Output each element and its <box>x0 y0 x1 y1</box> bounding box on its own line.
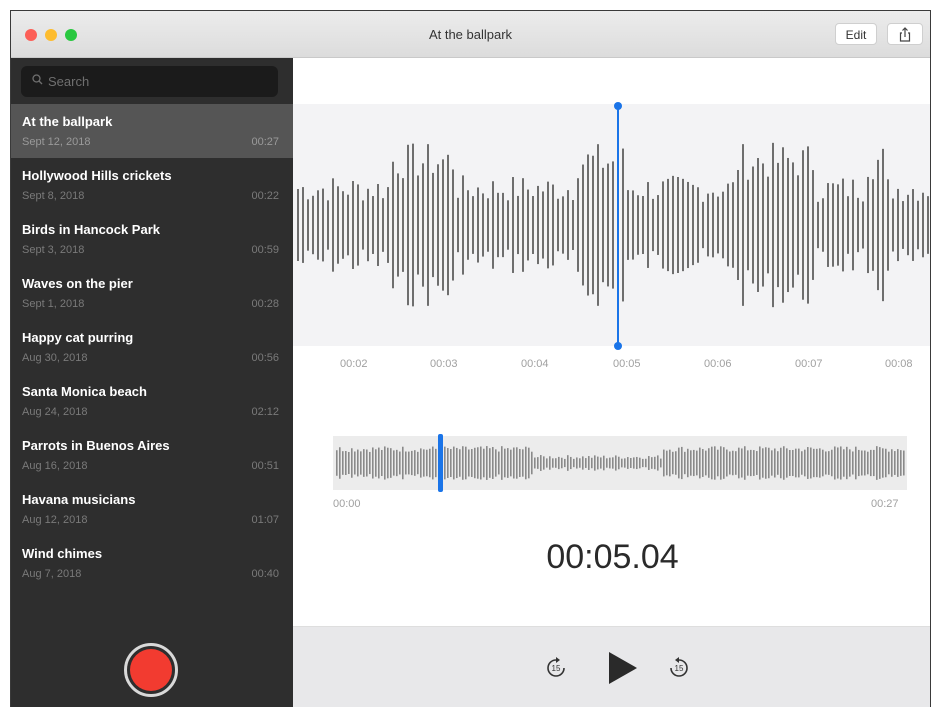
recording-title: Waves on the pier <box>22 276 133 291</box>
time-tick: 00:08 <box>885 358 913 370</box>
recording-row[interactable]: Hollywood Hills crickets Sept 8, 2018 00:2… <box>11 158 293 212</box>
recording-title: Havana musicians <box>22 492 136 507</box>
recording-row[interactable]: Happy cat purring Aug 30, 2018 00:56 <box>11 320 293 374</box>
waveform-detail[interactable] <box>293 104 930 346</box>
search-placeholder: Search <box>48 74 90 89</box>
recording-duration: 00:27 <box>251 136 279 148</box>
time-ruler: 00:02 00:03 00:04 00:05 00:06 00:07 00:08 <box>293 358 930 374</box>
waveform-detail-graphic <box>297 142 929 308</box>
recording-title: Santa Monica beach <box>22 384 147 399</box>
search-field[interactable]: Search <box>21 66 278 97</box>
recording-date: Sept 3, 2018 <box>22 244 85 256</box>
recording-date: Sept 1, 2018 <box>22 298 85 310</box>
recording-date: Aug 7, 2018 <box>22 568 82 580</box>
app-window: At the ballpark Edit Search At the ballp… <box>10 10 931 707</box>
recording-date: Aug 24, 2018 <box>22 406 88 418</box>
skip-forward-label: 15 <box>675 664 684 673</box>
recording-title: Wind chimes <box>22 546 103 561</box>
recording-date: Sept 12, 2018 <box>22 136 91 148</box>
skip-forward-15-icon[interactable]: 15 <box>668 656 690 680</box>
recording-date: Aug 16, 2018 <box>22 460 88 472</box>
recording-duration: 01:07 <box>251 514 279 526</box>
recording-row[interactable]: Havana musicians Aug 12, 2018 01:07 <box>11 482 293 536</box>
recordings-sidebar: Search At the ballpark Sept 12, 2018 00:27… <box>11 58 293 707</box>
recording-title: Birds in Hancock Park <box>22 222 160 237</box>
recording-date: Sept 8, 2018 <box>22 190 85 202</box>
skip-back-15-icon[interactable]: 15 <box>545 656 567 680</box>
recording-duration: 02:12 <box>251 406 279 418</box>
recording-duration: 00:59 <box>251 244 279 256</box>
recording-row[interactable]: Waves on the pier Sept 1, 2018 00:28 <box>11 266 293 320</box>
recording-date: Aug 12, 2018 <box>22 514 88 526</box>
elapsed-time: 00:05.04 <box>546 538 679 576</box>
share-button[interactable] <box>887 23 923 45</box>
search-icon <box>32 74 43 85</box>
recording-duration: 00:40 <box>251 568 279 580</box>
playback-panel: 00:02 00:03 00:04 00:05 00:06 00:07 00:08 00:0… <box>293 58 930 707</box>
recording-title: Parrots in Buenos Aires <box>22 438 170 453</box>
waveform-overview-graphic <box>336 446 905 480</box>
time-tick: 00:04 <box>521 358 549 370</box>
recordings-list: At the ballpark Sept 12, 2018 00:27 Hollywo… <box>11 104 293 590</box>
recording-title: Hollywood Hills crickets <box>22 168 172 183</box>
title-bar: At the ballpark Edit <box>11 11 930 58</box>
record-button[interactable] <box>124 643 178 697</box>
time-tick: 00:05 <box>613 358 641 370</box>
recording-row[interactable]: At the ballpark Sept 12, 2018 00:27 <box>11 104 293 158</box>
waveform-overview[interactable] <box>333 434 907 492</box>
recording-row[interactable]: Birds in Hancock Park Sept 3, 2018 00:59 <box>11 212 293 266</box>
edit-button[interactable]: Edit <box>835 23 877 45</box>
time-tick: 00:06 <box>704 358 732 370</box>
recording-duration: 00:28 <box>251 298 279 310</box>
play-button[interactable] <box>607 651 639 685</box>
time-tick: 00:02 <box>340 358 368 370</box>
recording-date: Aug 30, 2018 <box>22 352 88 364</box>
overview-start-time: 00:00 <box>333 498 361 510</box>
recording-duration: 00:22 <box>251 190 279 202</box>
recording-duration: 00:51 <box>251 460 279 472</box>
recording-duration: 00:56 <box>251 352 279 364</box>
skip-back-label: 15 <box>552 664 561 673</box>
time-tick: 00:07 <box>795 358 823 370</box>
overview-playhead[interactable] <box>438 434 443 492</box>
time-tick: 00:03 <box>430 358 458 370</box>
recording-row[interactable]: Parrots in Buenos Aires Aug 16, 2018 00:51 <box>11 428 293 482</box>
share-icon <box>899 27 911 42</box>
window-title: At the ballpark <box>428 27 513 42</box>
recording-title: At the ballpark <box>22 114 113 129</box>
recording-row[interactable]: Santa Monica beach Aug 24, 2018 02:12 <box>11 374 293 428</box>
record-icon <box>130 649 172 691</box>
transport-controls: 15 15 <box>293 626 930 707</box>
overview-end-time: 00:27 <box>871 498 899 510</box>
recording-row[interactable]: Wind chimes Aug 7, 2018 00:40 <box>11 536 293 590</box>
recording-title: Happy cat purring <box>22 330 134 345</box>
